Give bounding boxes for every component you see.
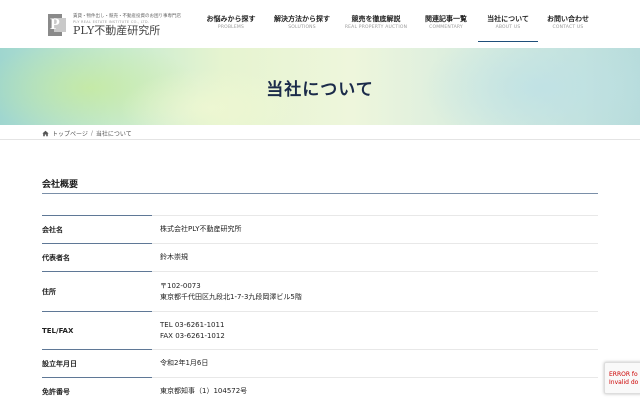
row-label: 設立年月日 [42, 349, 152, 377]
logo-mark-icon: P [48, 14, 70, 36]
row-value: 〒102-0073 東京都千代田区九段北1-7-3九段岡澤ビル5階 [160, 281, 302, 301]
table-row: 住所 〒102-0073 東京都千代田区九段北1-7-3九段岡澤ビル5階 [42, 271, 598, 311]
hero-banner: 当社について [0, 48, 640, 125]
table-row: TEL/FAX TEL 03-6261-1011 FAX 03-6261-101… [42, 311, 598, 349]
company-info-table: 会社名 株式会社PLY不動産研究所 代表者名 鈴木崇規 住所 〒102-0073… [42, 215, 598, 400]
nav-item-about[interactable]: 当社について ABOUT US [478, 0, 538, 42]
table-row: 会社名 株式会社PLY不動産研究所 [42, 215, 598, 243]
recaptcha-error-line2: Invalid do [609, 379, 639, 386]
section-divider [42, 193, 598, 194]
breadcrumb-current: 当社について [95, 130, 132, 138]
section-title: 会社概要 [42, 180, 79, 190]
home-icon [42, 130, 49, 136]
page-title: 当社について [266, 80, 374, 100]
main-nav: お悩みから探す PROBLEMS 解決方法から探す SOLUTIONS 競売を徹… [196, 0, 598, 48]
row-label: 住所 [42, 271, 152, 311]
breadcrumb-divider [0, 139, 640, 140]
row-value: TEL 03-6261-1011 FAX 03-6261-1012 [160, 320, 225, 340]
table-row: 免許番号 東京都知事（1）104572号 [42, 377, 598, 400]
row-value: 令和2年1月6日 [160, 359, 209, 367]
breadcrumb: トップページ / 当社について [42, 127, 132, 139]
recaptcha-error-line1: ERROR fo [609, 371, 638, 378]
nav-item-problems[interactable]: お悩みから探す PROBLEMS [196, 0, 266, 40]
nav-item-commentary[interactable]: 関連記事一覧 COMMENTARY [414, 0, 478, 40]
row-label: 免許番号 [42, 377, 152, 400]
nav-item-solutions[interactable]: 解決方法から探す SOLUTIONS [266, 0, 338, 40]
table-row: 代表者名 鈴木崇規 [42, 243, 598, 271]
site-header: P 賃貸・物件出し・競売・不動産投資のお困り事専門店 PLY REAL ESTA… [0, 0, 640, 48]
breadcrumb-home-link[interactable]: トップページ [52, 129, 88, 138]
row-label: 代表者名 [42, 243, 152, 271]
logo-name: PLY不動産研究所 [73, 23, 161, 37]
breadcrumb-separator: / [90, 129, 93, 137]
row-value: 東京都知事（1）104572号 [160, 387, 248, 395]
row-value: 株式会社PLY不動産研究所 [160, 225, 242, 233]
nav-item-contact[interactable]: お問い合わせ CONTACT US [538, 0, 598, 40]
row-value: 鈴木崇規 [160, 253, 188, 261]
recaptcha-error-badge[interactable]: ERROR fo Invalid do [604, 362, 640, 394]
row-label: 会社名 [42, 215, 152, 243]
site-logo[interactable]: P 賃貸・物件出し・競売・不動産投資のお困り事専門店 PLY REAL ESTA… [48, 12, 181, 38]
nav-item-auction[interactable]: 競売を徹底解説 REAL PROPERTY AUCTION [338, 0, 414, 40]
row-label: TEL/FAX [42, 311, 152, 349]
table-row: 設立年月日 令和2年1月6日 [42, 349, 598, 377]
